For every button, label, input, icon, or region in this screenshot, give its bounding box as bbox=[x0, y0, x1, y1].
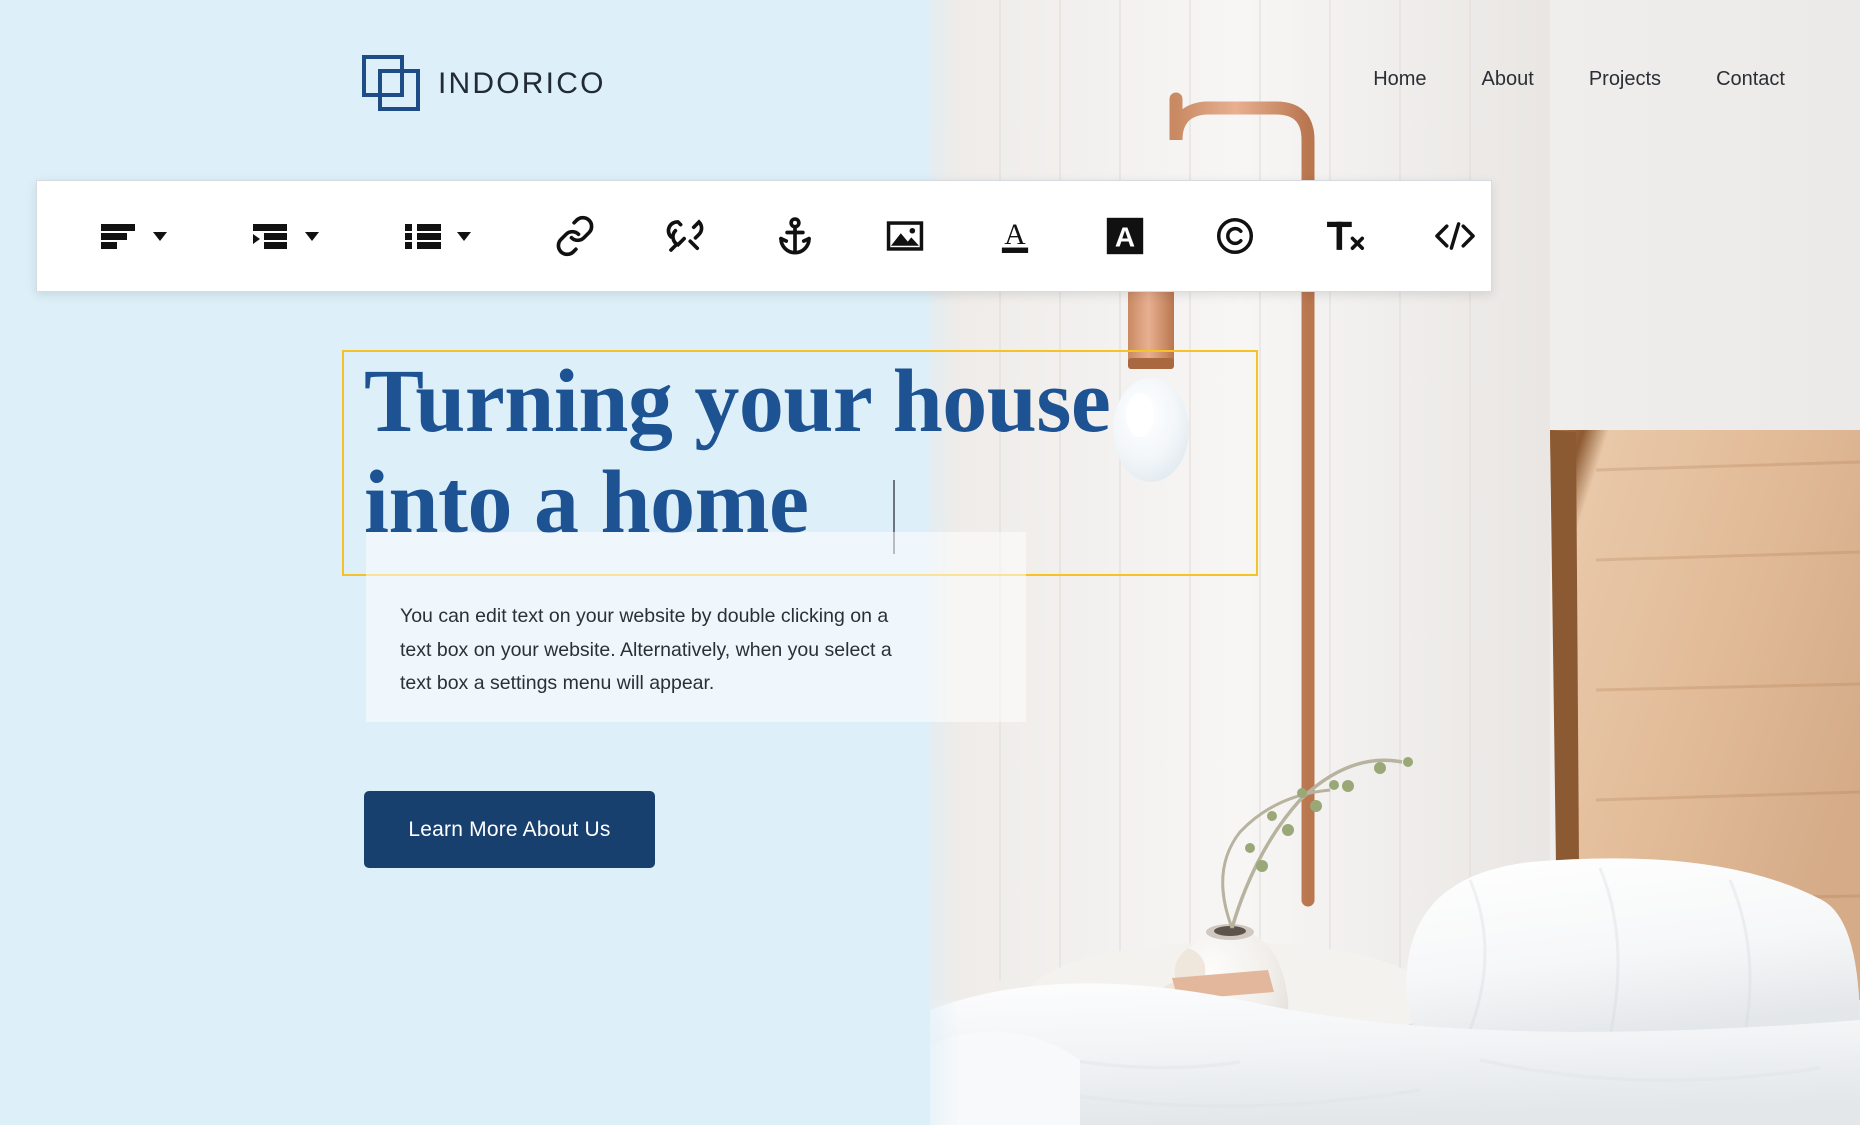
nav-item-home[interactable]: Home bbox=[1373, 68, 1426, 91]
indent-chevron-down-icon[interactable] bbox=[299, 208, 325, 264]
svg-text:A: A bbox=[1004, 218, 1026, 251]
main-navigation: Home About Projects Contact bbox=[1373, 68, 1785, 91]
brand-name: INDORICO bbox=[438, 67, 606, 100]
site-header: INDORICO Home About Projects Contact bbox=[0, 0, 1860, 172]
bulleted-list-icon[interactable] bbox=[395, 208, 451, 264]
overlapping-squares-icon bbox=[362, 55, 420, 113]
svg-text:A: A bbox=[1115, 222, 1135, 253]
image-icon[interactable] bbox=[877, 208, 933, 264]
list-group bbox=[395, 208, 477, 264]
learn-more-button[interactable]: Learn More About Us bbox=[364, 791, 655, 868]
hero-body-text[interactable]: You can edit text on your website by dou… bbox=[400, 600, 910, 701]
html-code-icon[interactable] bbox=[1427, 208, 1483, 264]
unlink-icon[interactable] bbox=[657, 208, 713, 264]
text-color-icon[interactable]: A bbox=[987, 208, 1043, 264]
align-chevron-down-icon[interactable] bbox=[147, 208, 173, 264]
list-chevron-down-icon[interactable] bbox=[451, 208, 477, 264]
align-left-icon[interactable] bbox=[91, 208, 147, 264]
copyright-icon[interactable] bbox=[1207, 208, 1263, 264]
brand-logo[interactable]: INDORICO bbox=[362, 55, 606, 113]
indent-icon[interactable] bbox=[243, 208, 299, 264]
align-group bbox=[91, 208, 173, 264]
hero-heading[interactable]: Turning your house into a home bbox=[364, 352, 1264, 554]
editor-canvas: INDORICO Home About Projects Contact A A… bbox=[0, 0, 1860, 1125]
nav-item-projects[interactable]: Projects bbox=[1589, 68, 1661, 91]
clear-formatting-icon[interactable] bbox=[1317, 208, 1373, 264]
nav-item-contact[interactable]: Contact bbox=[1716, 68, 1785, 91]
nav-item-about[interactable]: About bbox=[1482, 68, 1534, 91]
rich-text-toolbar: A A bbox=[36, 180, 1492, 292]
highlight-color-icon[interactable]: A bbox=[1097, 208, 1153, 264]
hero-heading-line-1: Turning your house bbox=[364, 352, 1111, 451]
hero-heading-line-2: into a home bbox=[364, 452, 809, 552]
link-icon[interactable] bbox=[547, 208, 603, 264]
indent-group bbox=[243, 208, 325, 264]
anchor-icon[interactable] bbox=[767, 208, 823, 264]
